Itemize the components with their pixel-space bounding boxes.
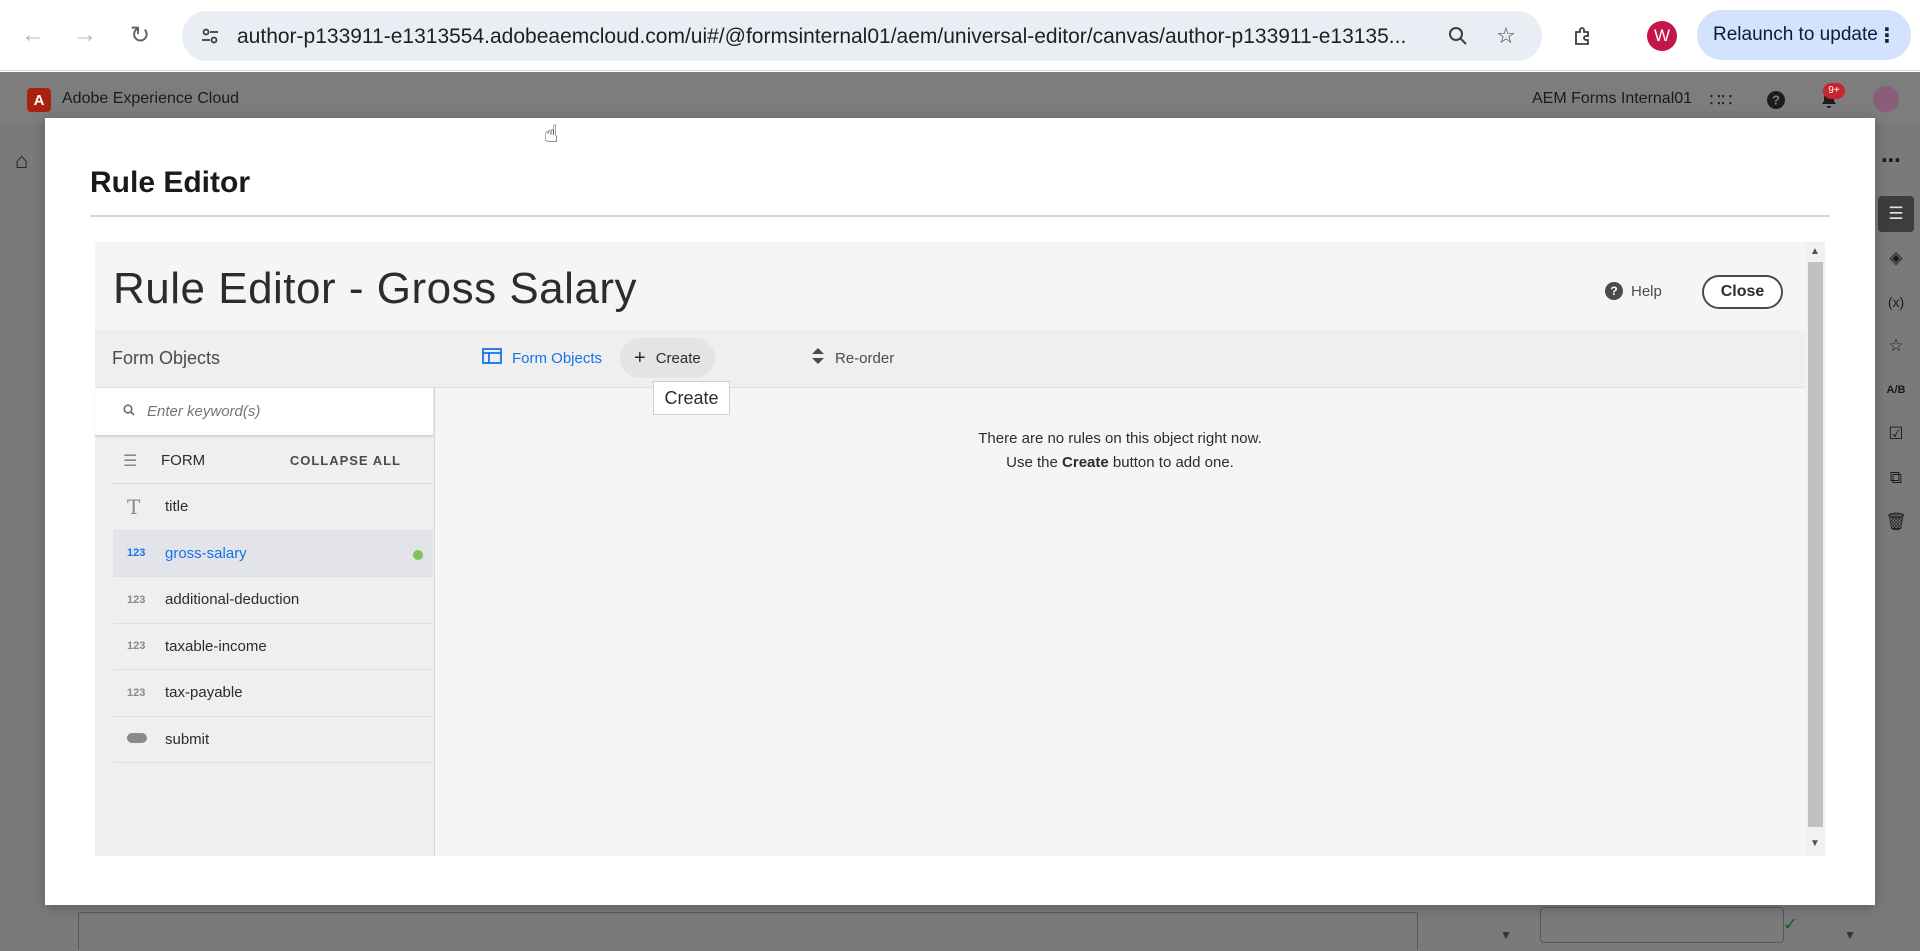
text-field-icon: T bbox=[127, 494, 141, 519]
number-field-icon: 123 bbox=[127, 640, 146, 653]
extensions-icon[interactable] bbox=[1566, 19, 1600, 53]
create-tooltip: Create bbox=[653, 381, 730, 415]
search-box[interactable] bbox=[95, 388, 433, 436]
profile-avatar[interactable]: W bbox=[1647, 21, 1677, 51]
reload-icon[interactable]: ↻ bbox=[123, 18, 157, 52]
reorder-label: Re-order bbox=[835, 349, 895, 367]
properties-icon[interactable]: ☰ bbox=[1878, 196, 1914, 232]
chevron-down-icon: ▼ bbox=[1844, 928, 1856, 942]
button-icon bbox=[127, 732, 165, 746]
scroll-up-icon[interactable]: ▲ bbox=[1810, 246, 1820, 257]
bookmark-star-icon[interactable]: ☆ bbox=[1494, 23, 1518, 48]
more-horizontal-icon[interactable]: ⋯ bbox=[1881, 148, 1901, 173]
create-label: Create bbox=[655, 349, 701, 367]
browser-toolbar: ← → ↻ author-p133911-e1313554.adobeaemcl… bbox=[0, 0, 1920, 71]
search-icon bbox=[123, 404, 135, 419]
checklist-icon[interactable]: ☑ bbox=[1878, 416, 1914, 452]
chevron-down-icon: ▼ bbox=[1500, 928, 1512, 942]
tree-item-label: gross-salary bbox=[165, 544, 247, 562]
relaunch-button[interactable]: Relaunch to update ⋮ bbox=[1697, 10, 1911, 60]
dialog-title: Rule Editor bbox=[90, 166, 251, 199]
notification-badge: 9+ bbox=[1823, 83, 1845, 99]
form-objects-label: Form Objects bbox=[512, 349, 603, 367]
back-arrow-icon[interactable]: ← bbox=[16, 18, 50, 52]
star-box-icon[interactable]: ☆ bbox=[1878, 328, 1914, 364]
help-label: Help bbox=[1631, 282, 1662, 300]
create-rule-button[interactable]: + Create bbox=[620, 338, 715, 378]
editor-toolbar: Form Objects Form Objects + Create Re-or… bbox=[95, 330, 1805, 388]
forward-arrow-icon[interactable]: → bbox=[68, 18, 102, 52]
hand-cursor-icon: ☝ bbox=[544, 121, 559, 148]
relaunch-label: Relaunch to update bbox=[1713, 24, 1878, 45]
zoom-icon[interactable] bbox=[1446, 24, 1470, 48]
tree-item-additional-deduction[interactable]: 123 additional-deduction bbox=[113, 577, 433, 624]
background-field bbox=[1540, 907, 1784, 943]
empty-rules-message: There are no rules on this object right … bbox=[435, 427, 1805, 475]
number-field-icon: 123 bbox=[127, 686, 146, 699]
scroll-down-icon[interactable]: ▼ bbox=[1810, 838, 1820, 849]
reorder-icon bbox=[811, 347, 825, 370]
tree-item-label: additional-deduction bbox=[165, 591, 300, 609]
svg-text:?: ? bbox=[1772, 93, 1780, 108]
tree-item-label: title bbox=[165, 498, 189, 516]
tree-root-label: FORM bbox=[161, 452, 206, 469]
duplicate-icon[interactable]: ⧉ bbox=[1878, 460, 1914, 496]
org-switcher[interactable]: AEM Forms Internal01 bbox=[1532, 90, 1692, 108]
background-field bbox=[78, 912, 1418, 950]
empty-message-prefix: Use the bbox=[1006, 454, 1063, 471]
scroll-thumb[interactable] bbox=[1808, 262, 1823, 827]
form-icon: ☰ bbox=[123, 452, 138, 470]
tree-item-title[interactable]: T title bbox=[113, 484, 433, 531]
app-grid-icon[interactable]: ∷∷ bbox=[1709, 88, 1733, 112]
user-avatar[interactable] bbox=[1873, 86, 1899, 112]
collapse-all-button[interactable]: COLLAPSE ALL bbox=[290, 453, 401, 468]
help-icon: ? bbox=[1605, 282, 1623, 300]
tree-item-submit[interactable]: submit bbox=[113, 717, 433, 763]
rule-status-dot bbox=[413, 549, 423, 560]
number-field-icon: 123 bbox=[127, 593, 146, 606]
editor-title: Rule Editor - Gross Salary bbox=[113, 264, 638, 313]
empty-message-suffix: button to add one. bbox=[1108, 454, 1234, 471]
address-bar[interactable]: author-p133911-e1313554.adobeaemcloud.co… bbox=[182, 11, 1542, 61]
more-vert-icon[interactable]: ⋮ bbox=[1877, 23, 1897, 48]
checkmark-icon: ✓ bbox=[1783, 914, 1799, 934]
layers-icon[interactable]: ◈ bbox=[1878, 240, 1914, 276]
form-objects-toggle[interactable]: Form Objects bbox=[468, 338, 616, 378]
tree-root-row[interactable]: ☰ FORM COLLAPSE ALL bbox=[113, 438, 433, 484]
empty-message-line2: Use the Create button to add one. bbox=[435, 451, 1805, 475]
tree-list: T title 123 gross-salary 123 additional-… bbox=[113, 484, 433, 763]
reorder-button[interactable]: Re-order bbox=[797, 338, 908, 378]
variables-icon[interactable]: (x) bbox=[1878, 284, 1914, 320]
tree-item-label: taxable-income bbox=[165, 637, 267, 655]
tree-item-label: submit bbox=[165, 730, 210, 748]
site-settings-icon[interactable] bbox=[198, 24, 222, 48]
rule-editor-panel: Rule Editor - Gross Salary ? Help Close … bbox=[95, 242, 1825, 856]
panel-icon bbox=[482, 347, 502, 369]
shell-title: Adobe Experience Cloud bbox=[62, 90, 240, 107]
help-button[interactable]: ? Help bbox=[1605, 282, 1662, 300]
form-objects-heading: Form Objects bbox=[112, 348, 221, 368]
tree-item-tax-payable[interactable]: 123 tax-payable bbox=[113, 670, 433, 717]
divider bbox=[90, 215, 1830, 217]
url-text[interactable]: author-p133911-e1313554.adobeaemcloud.co… bbox=[237, 25, 1407, 49]
empty-message-line1: There are no rules on this object right … bbox=[978, 430, 1262, 447]
number-field-icon: 123 bbox=[127, 547, 146, 560]
close-button[interactable]: Close bbox=[1702, 275, 1783, 309]
home-icon[interactable]: ⌂ bbox=[15, 148, 39, 173]
tree-item-taxable-income[interactable]: 123 taxable-income bbox=[113, 624, 433, 670]
adobe-logo-icon: A bbox=[27, 88, 51, 112]
plus-icon: + bbox=[634, 346, 646, 369]
right-rail: ☰ ◈ (x) ☆ A/B ☑ ⧉ 🗑 bbox=[1874, 196, 1920, 548]
empty-message-bold: Create bbox=[1062, 454, 1109, 471]
search-input[interactable] bbox=[147, 403, 407, 420]
ab-test-icon[interactable]: A/B bbox=[1878, 372, 1914, 408]
help-circle-icon[interactable]: ? bbox=[1764, 88, 1788, 112]
tree-item-label: tax-payable bbox=[165, 684, 243, 702]
form-objects-panel: ☰ FORM COLLAPSE ALL T title 123 gross-sa… bbox=[95, 388, 435, 856]
trash-icon[interactable]: 🗑 bbox=[1878, 504, 1914, 540]
rule-editor-dialog: Rule Editor Rule Editor - Gross Salary ?… bbox=[45, 118, 1875, 905]
tree-item-gross-salary[interactable]: 123 gross-salary bbox=[113, 530, 433, 577]
